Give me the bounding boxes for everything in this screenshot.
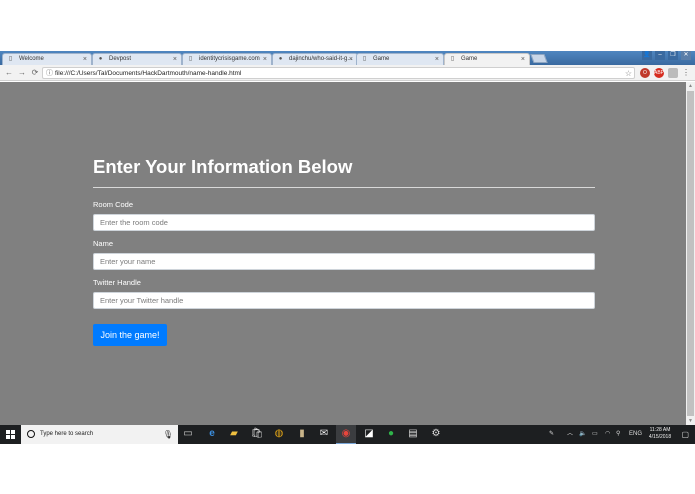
- scroll-thumb[interactable]: [687, 91, 694, 416]
- tab-devpost[interactable]: ● Devpost ×: [92, 53, 182, 65]
- name-input[interactable]: [93, 253, 595, 270]
- close-window-button[interactable]: ✕: [681, 51, 691, 60]
- mail-icon[interactable]: ✉: [317, 427, 331, 441]
- close-icon[interactable]: ×: [521, 54, 525, 65]
- chevron-up-icon[interactable]: ︿: [567, 425, 573, 444]
- maximize-button[interactable]: ❐: [668, 51, 678, 60]
- terminal-icon[interactable]: ▤: [406, 427, 420, 441]
- join-game-button[interactable]: Join the game!: [93, 324, 167, 346]
- pen-icon[interactable]: ✎: [549, 425, 554, 444]
- edge-icon[interactable]: e: [205, 427, 219, 441]
- globe-icon: ▯: [188, 56, 193, 62]
- app-icon[interactable]: ⚙: [429, 427, 443, 441]
- profile-icon[interactable]: 👤: [642, 51, 652, 60]
- file-explorer-icon[interactable]: ▰: [227, 427, 241, 441]
- taskbar-clock[interactable]: 11:28 AM 4/15/2018: [645, 427, 675, 441]
- windows-taskbar: Type here to search 🎙 ▭ e ▰ 🛍 ◍ ▮ ✉ ◉ ◪ …: [0, 425, 695, 444]
- tab-label: identitycrisisgame.com: [199, 56, 260, 62]
- name-label: Name: [93, 239, 114, 248]
- store-icon[interactable]: 🛍: [250, 427, 264, 441]
- app-icon[interactable]: ◍: [272, 427, 286, 441]
- close-icon[interactable]: ×: [83, 54, 87, 65]
- start-button[interactable]: [0, 425, 20, 444]
- browser-toolbar: ← → ⟳ ⓘ file:///C:/Users/Tal/Documents/H…: [0, 65, 695, 81]
- page-content: Enter Your Information Below Room Code N…: [0, 82, 686, 425]
- page-scrollbar[interactable]: ▲ ▼: [686, 82, 695, 425]
- twitter-handle-input[interactable]: [93, 292, 595, 309]
- tab-welcome[interactable]: ▯ Welcome ×: [2, 53, 92, 65]
- spotify-icon[interactable]: ●: [384, 427, 398, 441]
- system-tray: ✎ ︿ 🔈 ▭ ◠ ⚲ ENG 11:28 AM 4/15/2018 ▢: [545, 425, 695, 444]
- language-indicator[interactable]: ENG: [629, 425, 642, 444]
- page-icon: ▯: [362, 56, 367, 62]
- address-url[interactable]: file:///C:/Users/Tal/Documents/HackDartm…: [55, 68, 241, 79]
- page-icon: ▯: [8, 56, 13, 62]
- info-icon[interactable]: ⓘ: [46, 69, 53, 78]
- scroll-down-icon[interactable]: ▼: [686, 417, 695, 425]
- github-icon: ●: [278, 56, 283, 62]
- wifi-icon[interactable]: ◠: [605, 425, 610, 444]
- battery-icon[interactable]: ▭: [592, 425, 598, 444]
- close-icon[interactable]: ×: [263, 54, 267, 65]
- clock-date: 4/15/2018: [648, 434, 672, 440]
- page-icon: ▯: [450, 56, 455, 62]
- microphone-icon[interactable]: 🎙: [163, 425, 173, 444]
- reload-button[interactable]: ⟳: [29, 67, 41, 79]
- back-button[interactable]: ←: [3, 67, 15, 79]
- app-icon[interactable]: ◪: [362, 427, 376, 441]
- notifications-icon[interactable]: ▢: [681, 425, 689, 444]
- bookmark-star-icon[interactable]: ☆: [625, 68, 632, 79]
- close-icon[interactable]: ×: [349, 54, 353, 65]
- taskbar-search-box[interactable]: Type here to search 🎙: [21, 425, 178, 444]
- browser-tab-strip: ▯ Welcome × ● Devpost × ▯ identitycrisis…: [0, 51, 695, 66]
- tab-github[interactable]: ● dajinchu/who-said-it-g... ×: [272, 53, 358, 65]
- tab-label: Devpost: [109, 56, 132, 62]
- desktop-screen: ▯ Welcome × ● Devpost × ▯ identitycrisis…: [0, 51, 695, 444]
- cortana-icon: [27, 430, 35, 438]
- tab-game[interactable]: ▯ Game ×: [356, 53, 444, 65]
- tab-label: Game: [461, 56, 478, 62]
- new-tab-button[interactable]: [530, 54, 548, 63]
- scroll-up-icon[interactable]: ▲: [686, 82, 695, 90]
- room-code-input[interactable]: [93, 214, 595, 231]
- tab-label: dajinchu/who-said-it-g...: [289, 56, 353, 62]
- room-code-label: Room Code: [93, 200, 134, 209]
- title-divider: [93, 187, 595, 188]
- network-icon[interactable]: ⚲: [616, 425, 620, 444]
- adblock-extension-icon[interactable]: ABP: [654, 68, 664, 78]
- active-app-indicator: [336, 443, 356, 444]
- minimize-button[interactable]: –: [655, 51, 665, 60]
- extension-icon[interactable]: [668, 68, 678, 78]
- window-controls: 👤 – ❐ ✕: [642, 51, 691, 60]
- app-icon[interactable]: ▮: [295, 427, 309, 441]
- tab-label: Welcome: [19, 56, 44, 62]
- tab-label: Game: [373, 56, 390, 62]
- chrome-icon[interactable]: ◉: [339, 427, 353, 441]
- volume-icon[interactable]: 🔈: [579, 425, 586, 444]
- twitter-handle-label: Twitter Handle: [93, 278, 141, 287]
- taskbar-search-placeholder: Type here to search: [40, 431, 94, 437]
- address-bar[interactable]: ⓘ file:///C:/Users/Tal/Documents/HackDar…: [42, 67, 635, 79]
- form-title: Enter Your Information Below: [93, 156, 353, 177]
- opera-extension-icon[interactable]: O: [640, 68, 650, 78]
- devpost-icon: ●: [98, 56, 103, 62]
- tab-identitycrisisgame[interactable]: ▯ identitycrisisgame.com ×: [182, 53, 272, 65]
- browser-menu-icon[interactable]: ⋮: [682, 67, 690, 79]
- close-icon[interactable]: ×: [173, 54, 177, 65]
- clock-time: 11:28 AM: [649, 427, 671, 433]
- forward-button[interactable]: →: [16, 67, 28, 79]
- task-view-icon[interactable]: ▭: [181, 427, 195, 441]
- windows-logo-icon: [6, 430, 10, 434]
- close-icon[interactable]: ×: [435, 54, 439, 65]
